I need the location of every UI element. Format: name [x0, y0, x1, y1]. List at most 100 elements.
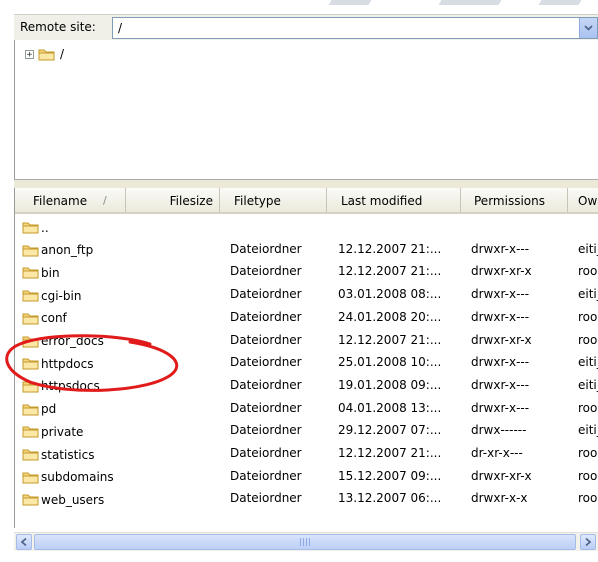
column-filename[interactable]: Filename / [15, 188, 126, 212]
filetype-cell: Dateiordner [230, 264, 302, 279]
filetype-cell: Dateiordner [230, 446, 302, 460]
table-row[interactable]: subdomains Dateiordner 15.12.2007 09:... dr… [15, 466, 598, 489]
table-row[interactable]: bin Dateiordner 12.12.2007 21:... drwxr-xr-… [15, 261, 598, 284]
table-row[interactable]: private Dateiordner 29.12.2007 07:... drwx-… [15, 420, 598, 443]
filetype-cell: Dateiordner [230, 309, 302, 324]
permissions-cell: drwx------ [471, 423, 527, 438]
table-row[interactable]: .. [15, 216, 598, 239]
owner-cell: roo [578, 446, 598, 460]
folder-icon [22, 426, 39, 438]
filetype-cell: Dateiordner [230, 400, 302, 415]
owner-cell: roo [578, 332, 598, 347]
column-filesize[interactable]: Filesize [126, 188, 220, 212]
modified-cell: 24.01.2008 20:... [338, 309, 442, 324]
horizontal-scrollbar[interactable] [14, 532, 598, 551]
modified-cell: 19.01.2008 09:... [338, 377, 442, 392]
filename-text: private [41, 424, 84, 439]
column-filetype[interactable]: Filetype [220, 188, 327, 212]
modified-cell: 15.12.2007 09:... [338, 468, 442, 483]
folder-icon [22, 245, 39, 257]
table-row[interactable]: web_users Dateiordner 13.12.2007 06:... drw… [15, 488, 598, 511]
annotation-ellipse [5, 334, 179, 392]
remote-site-combobox[interactable]: / [112, 17, 598, 39]
filename-text: subdomains [41, 470, 114, 485]
filename-cell[interactable]: cgi-bin [22, 284, 81, 307]
table-row[interactable]: anon_ftp Dateiordner 12.12.2007 21:... drwx… [15, 239, 598, 262]
owner-cell: roo [578, 400, 598, 415]
permissions-cell: drwxr-xr-x [471, 332, 532, 347]
table-row[interactable]: statistics Dateiordner 12.12.2007 21:... dr… [15, 443, 598, 466]
pane-splitter[interactable] [14, 180, 598, 188]
modified-cell: 12.12.2007 21:... [338, 241, 442, 256]
column-permissions[interactable]: Permissions [461, 188, 568, 212]
owner-cell: eiti_ [578, 377, 598, 392]
filename-cell[interactable]: .. [22, 216, 49, 239]
filename-cell[interactable]: private [22, 420, 83, 443]
permissions-cell: drwxr-x--- [471, 241, 530, 256]
modified-cell: 13.12.2007 06:... [338, 491, 442, 506]
owner-cell: eiti_ [578, 423, 598, 438]
remote-site-path[interactable]: / [118, 21, 122, 35]
owner-cell: eiti_ [578, 355, 598, 370]
filename-cell[interactable]: pd [22, 398, 56, 421]
permissions-cell: drwxr-x--- [471, 287, 530, 302]
filename-cell[interactable]: anon_ftp [22, 239, 93, 262]
arrow-right-icon [585, 538, 591, 546]
modified-cell: 12.12.2007 21:... [338, 332, 442, 347]
filename-cell[interactable]: subdomains [22, 466, 114, 489]
arrow-left-icon [21, 538, 27, 546]
filename-text: .. [41, 220, 49, 235]
folder-icon [22, 404, 39, 416]
filename-cell[interactable]: bin [22, 261, 60, 284]
folder-icon [22, 449, 39, 461]
sort-indicator: / [103, 194, 107, 207]
modified-cell: 29.12.2007 07:... [338, 423, 442, 438]
modified-cell: 12.12.2007 21:... [338, 446, 442, 460]
scroll-right-button[interactable] [580, 534, 596, 550]
dropdown-button[interactable] [579, 18, 597, 38]
remote-site-label: Remote site: [20, 20, 96, 34]
permissions-cell: drwxr-x--- [471, 400, 530, 415]
filename-cell[interactable]: conf [22, 307, 67, 330]
filetype-cell: Dateiordner [230, 241, 302, 256]
filetype-cell: Dateiordner [230, 332, 302, 347]
folder-icon [22, 222, 39, 234]
filename-text: anon_ftp [41, 243, 94, 258]
filename-cell[interactable]: web_users [22, 488, 104, 511]
modified-cell: 04.01.2008 13:... [338, 400, 442, 415]
filename-text: web_users [41, 492, 105, 507]
column-last-modified[interactable]: Last modified [327, 188, 461, 212]
owner-cell: roo [578, 491, 598, 506]
filetype-cell: Dateiordner [230, 423, 302, 438]
filetype-cell: Dateiordner [230, 287, 302, 302]
column-owner[interactable]: Ow [568, 188, 598, 212]
filetype-cell: Dateiordner [230, 355, 302, 370]
owner-cell: eiti_ [578, 241, 598, 256]
filename-text: conf [41, 311, 67, 326]
owner-cell: roo [578, 264, 598, 279]
table-row[interactable]: cgi-bin Dateiordner 03.01.2008 08:... drwxr… [15, 284, 598, 307]
permissions-cell: drwxr-x-x [471, 491, 528, 506]
file-list-header: Filename / Filesize Filetype Last modifi… [15, 188, 598, 214]
filetype-cell: Dateiordner [230, 491, 302, 506]
folder-icon [22, 290, 39, 302]
expand-icon[interactable]: + [25, 49, 34, 59]
scroll-thumb[interactable] [34, 534, 576, 550]
window-top-edge [0, 0, 598, 12]
table-row[interactable]: conf Dateiordner 24.01.2008 20:... drwxr-x-… [15, 307, 598, 330]
filename-cell[interactable]: statistics [22, 443, 95, 466]
folder-icon [38, 49, 55, 60]
table-row[interactable]: pd Dateiordner 04.01.2008 13:... drwxr-x---… [15, 398, 598, 421]
scroll-left-button[interactable] [16, 534, 32, 550]
permissions-cell: drwxr-x--- [471, 355, 530, 370]
permissions-cell: dr-xr-x--- [471, 446, 523, 460]
tree-node-label: / [60, 47, 65, 61]
filename-text: bin [41, 265, 60, 280]
filetype-cell: Dateiordner [230, 377, 302, 392]
tree-node-root[interactable]: + / [25, 45, 64, 63]
filename-text: statistics [41, 447, 95, 462]
folder-icon [22, 472, 39, 484]
grip-icon [300, 538, 310, 546]
remote-directory-tree[interactable]: + / [14, 40, 598, 180]
permissions-cell: drwxr-xr-x [471, 468, 532, 483]
